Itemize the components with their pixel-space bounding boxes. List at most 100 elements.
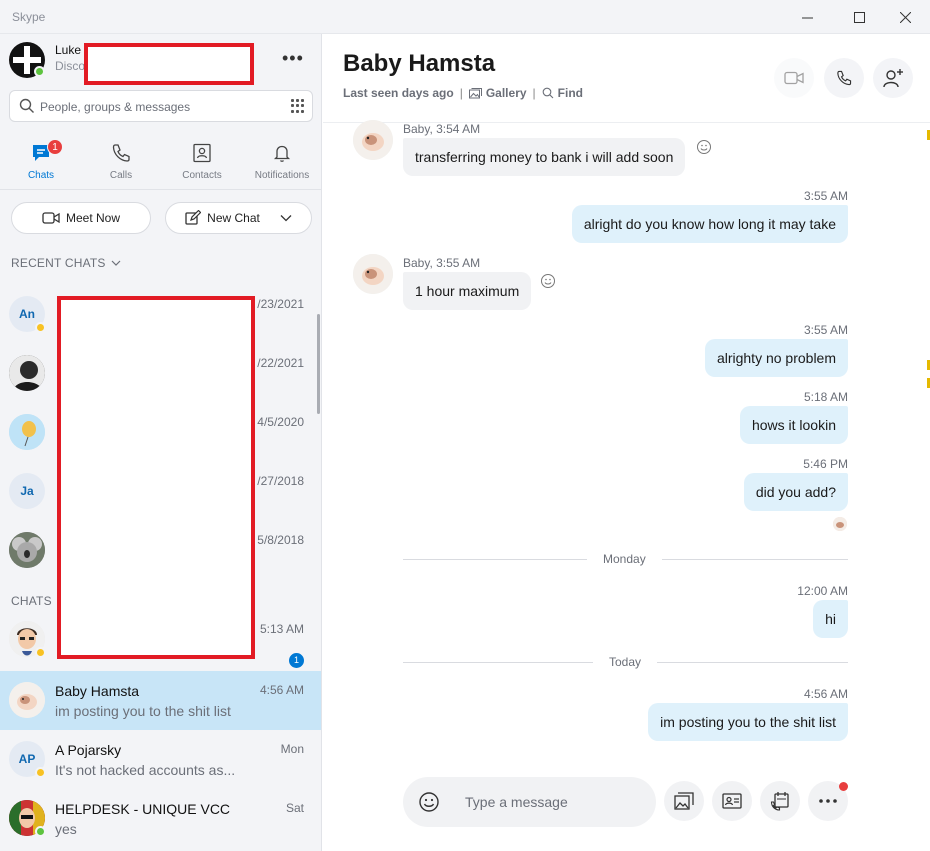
message-meta: 3:55 AM xyxy=(803,189,848,203)
contact-card-icon xyxy=(722,793,742,809)
message-bubble-outgoing[interactable]: hows it lookin xyxy=(739,406,848,444)
sidebar-scrollbar[interactable] xyxy=(317,314,320,414)
message-bubble-incoming[interactable]: transferring money to bank i will add so… xyxy=(403,138,686,176)
notification-dot xyxy=(839,782,848,791)
recent-chats-label: RECENT CHATS xyxy=(11,256,106,270)
close-icon xyxy=(899,11,911,23)
schedule-call-button[interactable] xyxy=(760,781,800,821)
audio-call-button[interactable] xyxy=(824,58,864,98)
close-button[interactable] xyxy=(882,0,928,34)
chat-time: Mon xyxy=(280,742,304,756)
day-divider-label: Today xyxy=(593,655,658,669)
chat-row-helpdesk[interactable]: HELPDESK - UNIQUE VCC Sat yes xyxy=(0,789,321,848)
conversation-pane: Baby Hamsta Last seen days ago | Gallery… xyxy=(323,34,930,851)
recent-chats-header[interactable]: RECENT CHATS xyxy=(11,256,121,270)
tab-notifications[interactable]: Notifications xyxy=(242,132,321,190)
message-bubble-outgoing[interactable]: im posting you to the shit list xyxy=(648,703,848,741)
message-bubble-outgoing[interactable]: did you add? xyxy=(743,473,848,511)
chat-time: 5:13 AM xyxy=(259,622,304,636)
reaction-smiley-icon[interactable] xyxy=(540,273,556,289)
avatar xyxy=(9,414,45,450)
hamster-avatar-icon xyxy=(9,682,45,718)
message-meta: 5:46 PM xyxy=(803,457,848,471)
chat-time: 4:56 AM xyxy=(259,683,304,697)
new-chat-label: New Chat xyxy=(207,211,260,225)
chat-date: 4/5/2020 xyxy=(257,415,304,429)
message-bubble-outgoing[interactable]: hi xyxy=(813,600,848,638)
tab-chats[interactable]: Chats 1 xyxy=(1,132,81,190)
send-media-button[interactable] xyxy=(664,781,704,821)
conversation-meta: Last seen days ago | Gallery | Find xyxy=(343,86,583,100)
chevron-down-icon xyxy=(111,260,121,266)
message-bubble-outgoing[interactable]: alright do you know how long it may take xyxy=(571,205,848,243)
video-icon xyxy=(42,212,60,224)
profile-name[interactable]: Luke xyxy=(55,43,81,57)
message-meta: 12:00 AM xyxy=(797,584,848,598)
find-link[interactable]: Find xyxy=(558,86,583,100)
nav-tabs: Chats 1 Calls Contacts Notifications xyxy=(0,132,321,190)
bell-icon xyxy=(273,145,291,162)
tab-calls[interactable]: Calls xyxy=(81,132,161,190)
new-chat-button[interactable]: New Chat xyxy=(165,202,312,234)
chat-time: Sat xyxy=(285,801,304,815)
message-meta: 5:18 AM xyxy=(803,390,848,404)
minimize-button[interactable] xyxy=(784,0,830,34)
chat-name: Baby Hamsta xyxy=(55,683,140,699)
tab-chats-label: Chats xyxy=(27,170,55,181)
chat-date: /22/2021 xyxy=(257,356,304,370)
tab-contacts-label: Contacts xyxy=(182,170,222,181)
add-people-button[interactable] xyxy=(873,58,913,98)
video-call-button[interactable] xyxy=(774,58,814,98)
more-icon xyxy=(819,799,837,803)
chat-name: HELPDESK - UNIQUE VCC xyxy=(55,801,231,817)
sender-avatar[interactable] xyxy=(353,254,393,294)
emoji-icon[interactable] xyxy=(418,791,440,813)
message-bubble-outgoing[interactable]: alrighty no problem xyxy=(704,339,848,377)
add-person-icon xyxy=(883,69,903,88)
koala-photo-icon xyxy=(9,532,45,568)
message-bubble-incoming[interactable]: 1 hour maximum xyxy=(403,272,532,310)
tab-calls-label: Calls xyxy=(109,170,133,181)
chevron-down-icon[interactable] xyxy=(280,214,292,222)
presence-online-dot xyxy=(35,826,46,837)
last-seen-status: Last seen days ago xyxy=(343,86,454,100)
presence-away-dot xyxy=(35,647,46,658)
reaction-smiley-icon[interactable] xyxy=(696,139,712,155)
message-meta: 3:55 AM xyxy=(803,323,848,337)
chat-date: /27/2018 xyxy=(257,474,304,488)
phone-icon xyxy=(112,144,130,162)
maximize-button[interactable] xyxy=(836,0,882,34)
chats-badge: 1 xyxy=(47,139,63,155)
chat-name: A Pojarsky xyxy=(55,742,122,758)
redaction-box xyxy=(57,296,255,659)
gallery-link[interactable]: Gallery xyxy=(486,86,527,100)
profile-presence-dot xyxy=(34,66,45,77)
avatar xyxy=(9,532,45,568)
minimize-icon xyxy=(801,17,813,18)
day-divider-label: Monday xyxy=(587,552,662,566)
search-input[interactable] xyxy=(40,97,280,117)
message-input[interactable] xyxy=(465,792,645,812)
avatar xyxy=(9,355,45,391)
conversation-title[interactable]: Baby Hamsta xyxy=(343,50,495,78)
send-contact-button[interactable] xyxy=(712,781,752,821)
search-box[interactable] xyxy=(9,90,313,122)
meet-now-button[interactable]: Meet Now xyxy=(11,202,151,234)
more-options-button[interactable]: ••• xyxy=(282,48,304,69)
gallery-icon xyxy=(468,87,482,98)
message-meta: Baby, 3:54 AM xyxy=(403,122,481,136)
chat-preview: It's not hacked accounts as... xyxy=(55,762,236,778)
dialpad-icon[interactable] xyxy=(291,99,305,113)
phone-icon xyxy=(837,70,852,86)
chat-row-baby-hamsta[interactable]: Baby Hamsta 4:56 AM im posting you to th… xyxy=(0,671,321,730)
chat-date: 5/8/2018 xyxy=(257,533,304,547)
tab-contacts[interactable]: Contacts xyxy=(162,132,242,190)
tab-notifications-label: Notifications xyxy=(254,170,310,181)
contacts-icon xyxy=(193,143,211,163)
find-icon xyxy=(542,87,554,99)
message-composer[interactable] xyxy=(403,777,656,827)
profile-status: Disco xyxy=(55,59,86,73)
presence-away-dot xyxy=(35,322,46,333)
sender-avatar[interactable] xyxy=(353,120,393,160)
chat-row-a-pojarsky[interactable]: AP A Pojarsky Mon It's not hacked accoun… xyxy=(0,730,321,789)
